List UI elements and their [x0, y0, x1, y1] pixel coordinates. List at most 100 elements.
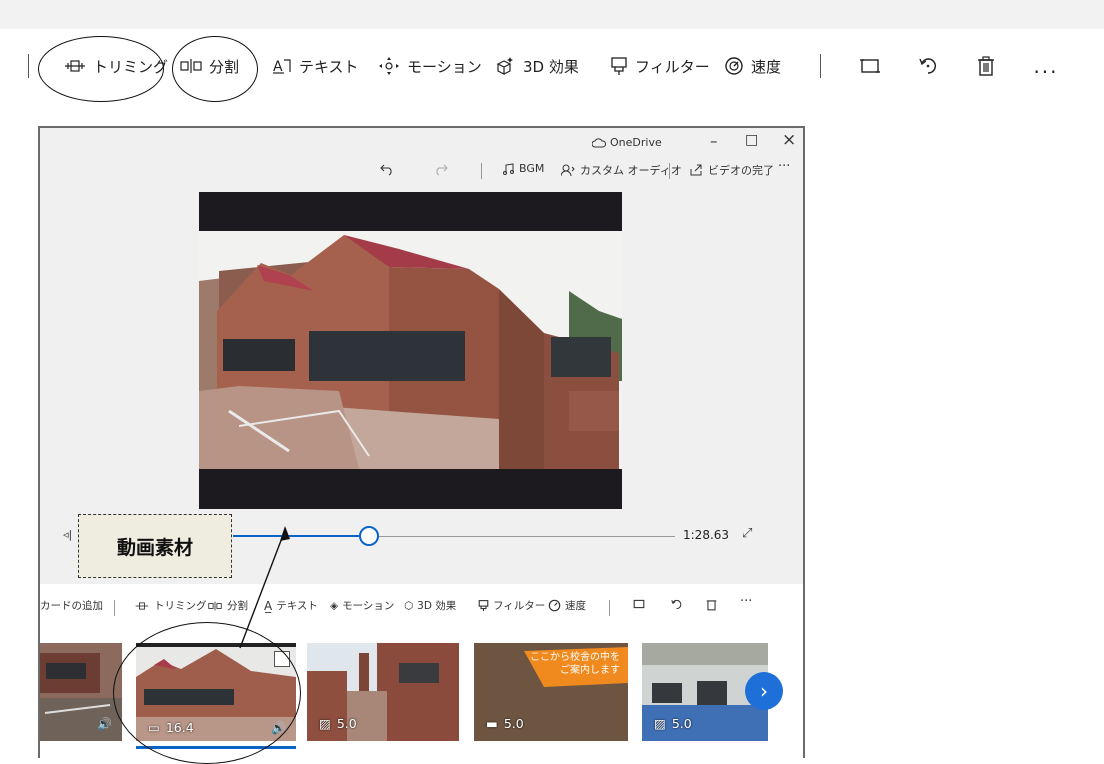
storyboard-clip-4[interactable]: ここから校舎の中を ご案内します ▬ 5.0	[474, 643, 628, 741]
motion-button[interactable]: モーション	[378, 52, 482, 80]
timeline-track[interactable]	[370, 536, 675, 537]
onedrive-status[interactable]: OneDrive	[592, 136, 662, 149]
photo-clip-icon: ▨	[654, 716, 666, 731]
storyboard-trim-button[interactable]: トリミング	[134, 598, 207, 613]
storyboard-motion-button[interactable]: ◈ モーション	[330, 598, 394, 613]
clip-title-overlay: ここから校舎の中を ご案内します	[530, 651, 620, 677]
annotation-ellipse-trim	[38, 36, 164, 102]
text-button[interactable]: A テキスト	[272, 52, 359, 80]
video-preview	[199, 192, 622, 509]
text-icon: A̲	[264, 598, 273, 613]
next-clips-button[interactable]: ›	[745, 672, 783, 710]
speed-icon	[548, 599, 561, 612]
motion-label: モーション	[407, 57, 482, 76]
annotation-ellipse-split	[172, 36, 258, 102]
clip-duration: ▬ 5.0	[486, 716, 524, 731]
storyboard-split-button[interactable]: 分割	[207, 598, 248, 613]
redo-icon[interactable]	[434, 162, 448, 176]
more-options-label: ...	[1033, 54, 1059, 78]
storyboard-trim-label: トリミング	[154, 600, 207, 612]
clip-duration-value: 5.0	[671, 716, 692, 731]
clip-duration: ▨ 5.0	[654, 716, 692, 731]
undo-icon[interactable]	[380, 162, 394, 176]
rotate-icon[interactable]	[914, 52, 942, 80]
filter-icon	[478, 600, 489, 611]
add-title-card-button[interactable]: カードの追加	[40, 598, 103, 613]
storyboard-filter-label: フィルター	[493, 600, 546, 612]
timeline-scrubber[interactable]	[359, 526, 379, 546]
storyboard-speed-label: 速度	[565, 600, 586, 612]
close-button[interactable]: ×	[782, 130, 796, 150]
trim-icon	[135, 601, 149, 610]
custom-audio-button[interactable]: カスタム オーディオ	[561, 162, 682, 178]
chevron-right-icon: ›	[760, 679, 768, 703]
motion-icon: ◈	[330, 599, 339, 612]
storyboard-3d-effects-label: 3D 効果	[417, 600, 457, 612]
storyboard-text-label: テキスト	[276, 600, 318, 612]
music-note-icon	[503, 162, 514, 175]
storyboard-split-label: 分割	[227, 600, 248, 612]
3d-effects-label: 3D 効果	[523, 57, 579, 76]
storyboard-separator	[114, 600, 115, 616]
editor-command-bar: BGM カスタム オーディオ ビデオの完了 ···	[40, 158, 803, 186]
toolbar-separator	[820, 54, 821, 78]
bgm-label: BGM	[519, 162, 545, 175]
annotation-ellipse-clip	[113, 622, 301, 764]
storyboard-clip-3[interactable]: ▨ 5.0	[307, 643, 459, 741]
speed-label: 速度	[751, 57, 782, 76]
storyboard-separator	[609, 600, 610, 616]
storyboard-toolbar: カードの追加 トリミング 分割 A̲ テキスト ◈ モーション ⬡ 3D 効果	[40, 592, 803, 620]
storyboard-filter-button[interactable]: フィルター	[478, 598, 545, 613]
enlarged-toolbar: トリミング 分割 A テキスト モーション 3D 効果 フィルター 速度 ...	[0, 44, 1104, 88]
title-strip	[0, 0, 1104, 29]
cloud-icon	[592, 137, 606, 147]
maximize-button[interactable]: □	[745, 132, 758, 148]
storyboard-clip-1[interactable]: 🔊	[40, 643, 122, 741]
onedrive-label: OneDrive	[610, 136, 662, 149]
storyboard-3d-effects-button[interactable]: ⬡ 3D 効果	[404, 598, 456, 613]
timeline-progress	[233, 535, 370, 537]
speed-icon	[724, 56, 744, 76]
command-separator	[481, 163, 482, 179]
storyboard-delete-icon[interactable]	[706, 598, 717, 611]
duration-label: 1:28.63	[683, 528, 730, 542]
toolbar-separator	[28, 54, 29, 78]
preview-photo	[199, 231, 622, 469]
text-icon: A	[272, 57, 292, 75]
delete-icon[interactable]	[972, 52, 1000, 80]
crop-icon[interactable]	[856, 52, 884, 80]
add-card-label: カードの追加	[40, 600, 103, 612]
clip-duration-value: 5.0	[336, 716, 357, 731]
clip-overlay-line-2: ご案内します	[560, 665, 620, 676]
finish-video-button[interactable]: ビデオの完了	[690, 162, 774, 178]
fullscreen-icon[interactable]: ⤢	[742, 526, 752, 541]
filter-button[interactable]: フィルター	[610, 52, 710, 80]
3d-effects-icon	[494, 56, 516, 76]
filter-label: フィルター	[635, 57, 710, 76]
more-options-button[interactable]: ...	[1030, 52, 1062, 80]
storyboard-speed-button[interactable]: 速度	[548, 598, 586, 613]
window-titlebar: OneDrive – □ ×	[40, 128, 803, 158]
speed-button[interactable]: 速度	[724, 52, 781, 80]
storyboard-motion-label: モーション	[342, 600, 395, 612]
storyboard-rotate-icon[interactable]	[670, 598, 683, 611]
filter-icon	[610, 56, 628, 76]
callout-text: 動画素材	[116, 536, 193, 559]
3d-effects-icon: ⬡	[404, 599, 414, 612]
clip-duration: ▨ 5.0	[319, 716, 357, 731]
finish-video-label: ビデオの完了	[708, 164, 774, 177]
storyboard-more-button[interactable]: ···	[740, 594, 752, 609]
3d-effects-button[interactable]: 3D 効果	[494, 52, 579, 80]
photo-clip-icon: ▨	[319, 716, 331, 731]
volume-icon[interactable]: ◃|	[63, 528, 72, 541]
speaker-icon: 🔊	[97, 717, 112, 731]
storyboard-text-button[interactable]: A̲ テキスト	[264, 598, 318, 613]
storyboard-crop-icon[interactable]	[632, 598, 646, 610]
window-more-button[interactable]: ···	[778, 159, 790, 174]
clip-duration-value: 5.0	[503, 716, 524, 731]
custom-audio-label: カスタム オーディオ	[580, 164, 682, 177]
command-separator	[669, 163, 670, 179]
share-icon	[690, 164, 702, 176]
minimize-button[interactable]: –	[710, 132, 718, 150]
bgm-button[interactable]: BGM	[502, 162, 544, 175]
